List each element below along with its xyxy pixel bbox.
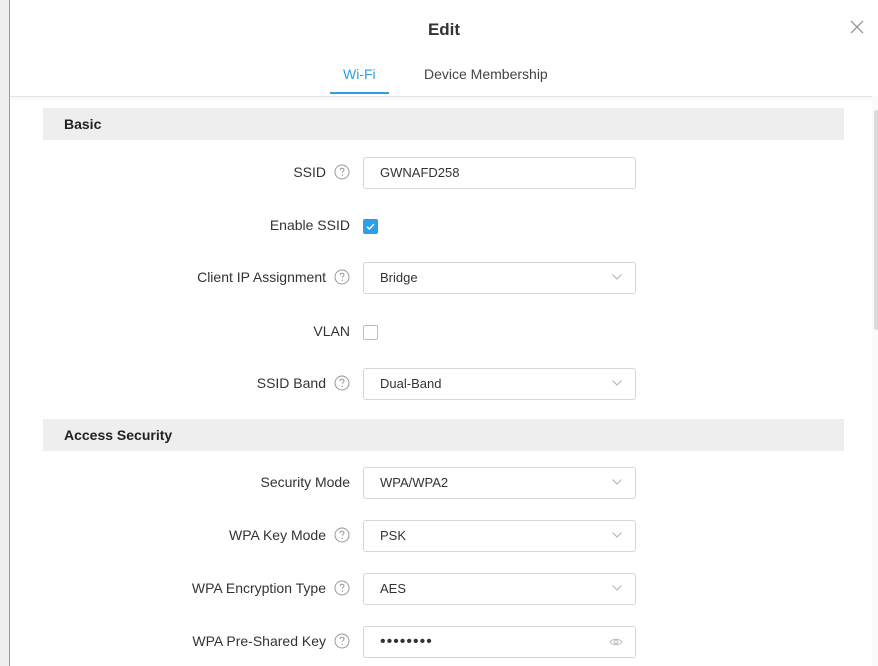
client-ip-value: Bridge bbox=[380, 270, 418, 285]
check-icon bbox=[366, 223, 375, 231]
tab-bar: Wi-Fi Device Membership bbox=[10, 64, 878, 96]
ssid-label: SSID bbox=[293, 164, 326, 180]
client-ip-row-label: Client IP Assignment bbox=[197, 269, 350, 285]
vlan-row-label: VLAN bbox=[313, 323, 350, 339]
close-icon[interactable] bbox=[848, 18, 866, 36]
enable-ssid-row-label: Enable SSID bbox=[270, 217, 350, 233]
ssid-row-label: SSID bbox=[293, 164, 350, 180]
chevron-down-icon bbox=[612, 585, 622, 591]
tab-wifi[interactable]: Wi-Fi bbox=[330, 64, 389, 94]
wpa-key-mode-row-label: WPA Key Mode bbox=[229, 527, 350, 543]
tab-device-membership[interactable]: Device Membership bbox=[424, 64, 548, 94]
security-mode-row-label: Security Mode bbox=[261, 474, 350, 490]
wpa-key-mode-value: PSK bbox=[380, 528, 407, 543]
edit-dialog: Edit Wi-Fi Device Membership Basic SSID … bbox=[9, 0, 878, 666]
help-icon[interactable] bbox=[334, 375, 350, 391]
chevron-down-icon bbox=[612, 274, 622, 280]
chevron-down-icon bbox=[612, 380, 622, 386]
ssid-value: GWNAFD258 bbox=[380, 165, 460, 180]
section-access-security: Access Security bbox=[43, 419, 844, 451]
vlan-label: VLAN bbox=[313, 323, 350, 339]
wpa-psk-label: WPA Pre-Shared Key bbox=[192, 633, 326, 649]
help-icon[interactable] bbox=[334, 527, 350, 543]
section-basic: Basic bbox=[43, 108, 844, 140]
vlan-checkbox[interactable] bbox=[363, 325, 378, 340]
chevron-down-icon bbox=[612, 479, 622, 485]
wpa-key-mode-label: WPA Key Mode bbox=[228, 527, 326, 543]
ssid-band-label: SSID Band bbox=[256, 375, 326, 391]
dialog-header: Edit Wi-Fi Device Membership bbox=[10, 0, 878, 97]
security-mode-select[interactable]: WPA/WPA2 bbox=[363, 467, 636, 499]
wpa-encryption-value: AES bbox=[380, 581, 407, 596]
wpa-key-mode-select[interactable]: PSK bbox=[363, 520, 636, 552]
wpa-psk-value: •••••••• bbox=[380, 633, 433, 650]
help-icon[interactable] bbox=[334, 580, 350, 596]
wpa-psk-row-label: WPA Pre-Shared Key bbox=[192, 633, 350, 649]
ssid-band-row-label: SSID Band bbox=[257, 375, 350, 391]
chevron-down-icon bbox=[612, 532, 622, 538]
ssid-band-value: Dual-Band bbox=[380, 376, 442, 391]
dialog-title: Edit bbox=[427, 20, 461, 39]
wpa-psk-input[interactable]: •••••••• bbox=[363, 626, 636, 658]
wpa-encryption-row-label: WPA Encryption Type bbox=[192, 580, 350, 596]
client-ip-label: Client IP Assignment bbox=[197, 269, 326, 285]
client-ip-select[interactable]: Bridge bbox=[363, 262, 636, 294]
help-icon[interactable] bbox=[334, 164, 350, 180]
help-icon[interactable] bbox=[334, 633, 350, 649]
wpa-encryption-label: WPA Encryption Type bbox=[191, 580, 326, 596]
enable-ssid-checkbox[interactable] bbox=[363, 219, 378, 234]
help-icon[interactable] bbox=[334, 269, 350, 285]
security-mode-label: Security Mode bbox=[260, 474, 350, 490]
wpa-encryption-select[interactable]: AES bbox=[363, 573, 636, 605]
ssid-band-select[interactable]: Dual-Band bbox=[363, 368, 636, 400]
eye-icon[interactable] bbox=[609, 637, 623, 647]
security-mode-value: WPA/WPA2 bbox=[380, 475, 449, 490]
enable-ssid-label: Enable SSID bbox=[269, 217, 350, 233]
ssid-input[interactable]: GWNAFD258 bbox=[363, 157, 636, 189]
scrollbar-thumb[interactable] bbox=[874, 110, 878, 330]
